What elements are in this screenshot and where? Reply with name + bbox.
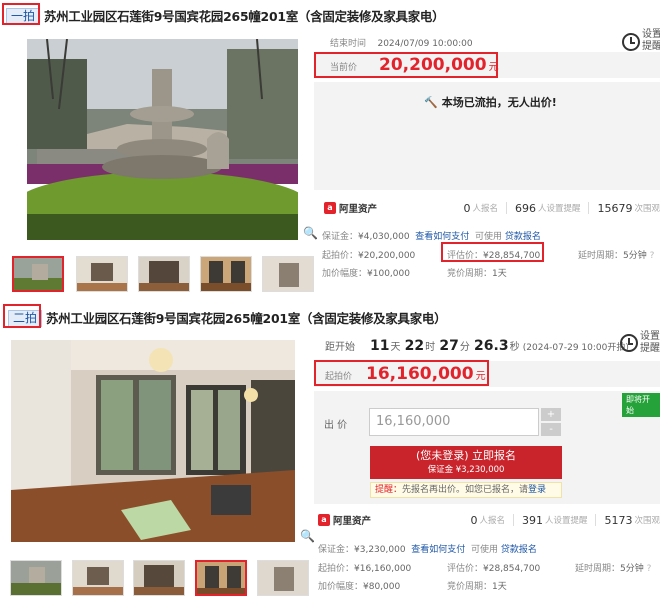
thumbnail-2[interactable]: [76, 256, 128, 292]
countdown-hours: 22: [404, 338, 425, 354]
thumbnail-5[interactable]: [257, 560, 309, 596]
end-time-row: 结束时间 2024/07/09 10:00:00: [330, 39, 473, 49]
thumbnail-4[interactable]: [200, 256, 252, 292]
bid-cycle-row: 竞价周期：1天: [447, 582, 507, 592]
stats-row: a 阿里资产 0 人报名 391 人设置提醒 5173 次围观: [314, 509, 660, 531]
appraisal-row: 评估价：¥28,854,700: [447, 564, 541, 574]
auction1-title-row: 一拍 苏州工业园区石莲街9号国宾花园265幢201室（含固定装修及家具家电）: [0, 3, 445, 29]
start-time: (2024-07-29 10:00开拍): [522, 343, 629, 353]
listing-title[interactable]: 苏州工业园区石莲街9号国宾花园265幢201室（含固定装修及家具家电）: [44, 7, 444, 25]
delay-row: 延时周期：5分钟 ?: [578, 251, 655, 261]
auction2-title-row: 二拍 苏州工业园区石莲街9号国宾花园265幢201室（含固定装修及家具家电）: [0, 305, 447, 331]
delay-row: 延时周期：5分钟 ?: [575, 564, 652, 574]
thumbnail-1[interactable]: [12, 256, 64, 292]
signup-button-label: (您未登录) 立即报名: [415, 449, 517, 462]
price-highlight-box: [314, 360, 489, 386]
thumbnail-5[interactable]: [262, 256, 314, 292]
platform-logo: a 阿里资产: [324, 201, 377, 215]
main-photo[interactable]: [11, 340, 295, 542]
thumbnail-3[interactable]: [133, 560, 185, 596]
countdown-minutes: 27: [439, 338, 459, 354]
signup-button[interactable]: (您未登录) 立即报名 保证金 ¥3,230,000: [370, 446, 562, 479]
appraisal-highlight-box: [441, 242, 544, 262]
bid-input[interactable]: 16,160,000: [369, 408, 539, 436]
thumbnail-3[interactable]: [138, 256, 190, 292]
set-reminder[interactable]: 设置 提醒: [642, 29, 660, 53]
decrease-bid-button[interactable]: -: [541, 423, 561, 436]
start-price-row: 起拍价：¥16,160,000: [318, 564, 412, 574]
thumbnail-1[interactable]: [10, 560, 62, 596]
increase-bid-button[interactable]: +: [541, 408, 561, 421]
alarm-clock-icon[interactable]: [620, 334, 638, 352]
loan-signup-link[interactable]: 贷款报名: [501, 545, 537, 555]
login-notice: 提醒：先报名再出价。如您已报名，请登录: [370, 482, 562, 498]
zoom-icon[interactable]: 🔍: [303, 226, 318, 240]
platform-logo: a 阿里资产: [318, 513, 371, 527]
zoom-icon[interactable]: 🔍: [300, 529, 315, 543]
thumbnail-2[interactable]: [72, 560, 124, 596]
countdown-days: 11: [370, 338, 390, 354]
stats-row: a 阿里资产 0 人报名 696 人设置提醒 15679 次围观: [314, 197, 660, 219]
main-photo[interactable]: [27, 39, 298, 240]
start-price-row: 起拍价：¥20,200,000: [322, 251, 416, 261]
ali-logo-icon: a: [318, 514, 330, 526]
bid-label: 出 价: [324, 420, 348, 431]
alarm-clock-icon[interactable]: [622, 33, 640, 51]
ali-logo-icon: a: [324, 202, 336, 214]
increment-row: 加价幅度：¥80,000: [318, 582, 401, 592]
deposit-row: 保证金：¥3,230,000 查看如何支付 可使用 贷款报名: [318, 545, 537, 555]
end-time: 2024/07/09 10:00:00: [377, 39, 473, 49]
login-link[interactable]: 登录: [528, 485, 546, 495]
price-highlight-box: [314, 52, 498, 78]
countdown: 距开始 11 天 22 时 27 分 26.3 秒 (2024-07-29 10:00开…: [325, 338, 629, 354]
gavel-icon: 🔨: [424, 95, 438, 109]
how-to-pay-link[interactable]: 查看如何支付: [411, 545, 465, 555]
bid-cycle-row: 竞价周期：1天: [447, 269, 507, 279]
increment-row: 加价幅度：¥100,000: [322, 269, 410, 279]
status-message: 🔨 本场已流拍，无人出价!: [424, 95, 557, 110]
loan-signup-link[interactable]: 贷款报名: [505, 232, 541, 242]
how-to-pay-link[interactable]: 查看如何支付: [415, 232, 469, 242]
help-icon: ?: [649, 251, 655, 261]
round-highlight-box: [3, 304, 41, 328]
countdown-seconds: 26.3: [474, 338, 509, 354]
round-highlight-box: [2, 3, 40, 25]
deposit-row: 保证金：¥4,030,000 查看如何支付 可使用 贷款报名: [322, 232, 541, 242]
coming-soon-tag: 即将开始: [622, 393, 660, 417]
set-reminder[interactable]: 设置 提醒: [640, 331, 660, 355]
help-icon: ?: [646, 564, 652, 574]
signup-deposit: 保证金 ¥3,230,000: [427, 465, 505, 475]
thumbnail-4[interactable]: [195, 560, 247, 596]
listing-title[interactable]: 苏州工业园区石莲街9号国宾花园265幢201室（含固定装修及家具家电）: [46, 309, 446, 327]
